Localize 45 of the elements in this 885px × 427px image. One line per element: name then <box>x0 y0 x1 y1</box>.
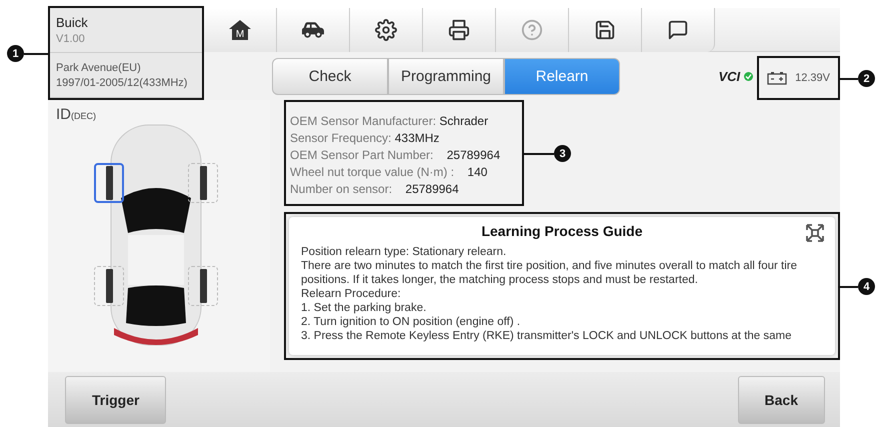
vehicle-make: Buick <box>56 15 89 30</box>
callout-number: 3 <box>554 145 571 162</box>
back-button[interactable]: Back <box>738 376 825 424</box>
vehicle-year-range: 1997/01-2005/12(433MHz) <box>56 76 188 88</box>
lift-button[interactable] <box>277 8 350 52</box>
expand-icon[interactable] <box>805 223 825 243</box>
guide-title: Learning Process Guide <box>481 223 643 239</box>
sensor-info-line: OEM Sensor Part Number: 25789964 <box>290 148 502 162</box>
guide-text: Position relearn type: Stationary relearn. <box>301 245 508 259</box>
printer-icon <box>448 19 470 41</box>
callout-number: 2 <box>858 70 875 87</box>
settings-button[interactable] <box>350 8 423 52</box>
callout-number: 4 <box>858 278 875 295</box>
tire-sensor[interactable] <box>188 163 218 203</box>
guide-text: 1. Set the parking brake. <box>301 301 428 315</box>
message-button[interactable] <box>642 8 715 52</box>
guide-text: Relearn Procedure: <box>301 287 402 301</box>
save-icon <box>594 19 616 41</box>
tire-sensor[interactable] <box>94 266 124 306</box>
battery-icon <box>767 71 788 85</box>
tab[interactable]: Programming <box>388 58 504 94</box>
sensor-info-line: Sensor Frequency: 433MHz <box>290 131 440 145</box>
message-icon <box>667 19 689 41</box>
home-button[interactable]: M <box>204 8 277 52</box>
battery-voltage: 12.39V <box>795 72 830 84</box>
sensor-info-line: Wheel nut torque value (N·m) : 140 <box>290 165 488 179</box>
sensor-info-line: OEM Sensor Manufacturer: Schrader <box>290 114 490 128</box>
print-button[interactable] <box>423 8 496 52</box>
vehicle-model: Park Avenue(EU) <box>56 62 142 74</box>
sensor-info-line: Number on sensor: 25789964 <box>290 182 460 196</box>
vci-status: VCI <box>718 68 740 84</box>
trigger-button[interactable]: Trigger <box>65 376 166 424</box>
tire-sensor[interactable] <box>94 163 124 203</box>
settings-icon <box>375 19 397 41</box>
id-label: ID(DEC) <box>56 106 97 123</box>
home-icon: M <box>228 19 252 41</box>
tire-sensor[interactable] <box>188 266 218 306</box>
guide-text: There are two minutes to match the first tire position, and five minutes overall to match all four tire positions. If it takes longer, the matching process stops and must be restarted. <box>301 259 798 287</box>
tab[interactable]: Check <box>272 58 388 94</box>
guide-text: 3. Press the Remote Keyless Entry (RKE) transmitter's LOCK and UNLOCK buttons at the same <box>301 329 792 343</box>
software-version: V1.00 <box>56 33 86 45</box>
help-icon <box>521 19 543 41</box>
callout-number: 1 <box>7 45 24 62</box>
save-button[interactable] <box>569 8 642 52</box>
guide-text: 2. Turn ignition to ON position (engine off) . <box>301 315 522 329</box>
